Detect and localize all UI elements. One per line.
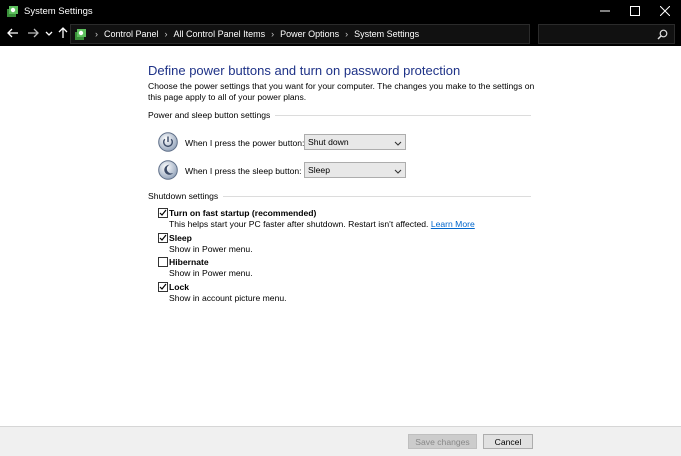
breadcrumb-separator-icon: › [164, 29, 168, 39]
up-button[interactable] [56, 26, 70, 42]
sleep-option-title: Sleep [169, 233, 192, 243]
lock-option-desc: Show in account picture menu. [169, 293, 287, 303]
power-button-action-select[interactable]: Shut down [304, 134, 406, 150]
select-value: Sleep [308, 165, 330, 175]
back-arrow-icon [7, 28, 19, 40]
sleep-button-action-select[interactable]: Sleep [304, 162, 406, 178]
breadcrumb-system-settings[interactable]: System Settings [354, 29, 419, 39]
title-bar: System Settings [0, 0, 681, 22]
control-panel-icon [74, 27, 88, 41]
window-title: System Settings [24, 6, 93, 17]
up-arrow-icon [58, 27, 68, 41]
address-bar[interactable]: › Control Panel › All Control Panel Item… [70, 24, 594, 44]
minimize-icon [600, 6, 610, 16]
checkmark-icon [159, 209, 167, 216]
sleep-button-label: When I press the sleep button: [185, 166, 302, 176]
sleep-moon-icon [158, 160, 178, 180]
fast-startup-desc: This helps start your PC faster after sh… [169, 219, 475, 229]
search-input[interactable] [538, 24, 675, 44]
sleep-checkbox[interactable] [158, 233, 168, 243]
breadcrumb-power-options[interactable]: Power Options [280, 29, 339, 39]
page-description: Choose the power settings that you want … [148, 81, 535, 102]
breadcrumb-separator-icon: › [95, 29, 98, 39]
breadcrumb-control-panel[interactable]: Control Panel [104, 29, 159, 39]
hibernate-checkbox[interactable] [158, 257, 168, 267]
search-icon [657, 29, 668, 40]
lock-option-title: Lock [169, 282, 190, 292]
back-button[interactable] [6, 26, 20, 42]
chevron-down-icon [394, 167, 402, 174]
breadcrumb-separator-icon: › [345, 29, 349, 39]
recent-locations-button[interactable] [42, 26, 56, 42]
fast-startup-desc-text: This helps start your PC faster after sh… [169, 219, 429, 229]
footer-bar: Save changes Cancel [0, 427, 681, 456]
breadcrumb-separator-icon: › [271, 29, 275, 39]
power-button-icon [158, 132, 178, 152]
fast-startup-title: Turn on fast startup (recommended) [169, 208, 317, 218]
breadcrumb: › Control Panel › All Control Panel Item… [91, 29, 419, 39]
power-section-label: Power and sleep button settings [148, 110, 276, 120]
close-button[interactable] [650, 0, 680, 22]
select-value: Shut down [308, 137, 349, 147]
power-button-label: When I press the power button: [185, 138, 305, 148]
navigation-bar: › Control Panel › All Control Panel Item… [0, 22, 681, 46]
save-changes-button[interactable]: Save changes [408, 434, 477, 449]
maximize-icon [630, 6, 640, 16]
fast-startup-checkbox[interactable] [158, 208, 168, 218]
lock-checkbox[interactable] [158, 282, 168, 292]
page-title: Define power buttons and turn on passwor… [148, 63, 461, 78]
hibernate-option-desc: Show in Power menu. [169, 268, 253, 278]
forward-button[interactable] [26, 26, 40, 42]
chevron-down-icon [394, 139, 402, 146]
minimize-button[interactable] [590, 0, 620, 22]
chevron-down-icon [45, 29, 53, 39]
hibernate-option-title: Hibernate [169, 257, 209, 267]
forward-arrow-icon [27, 28, 39, 40]
close-icon [660, 6, 670, 16]
checkmark-icon [159, 234, 167, 241]
breadcrumb-all-items[interactable]: All Control Panel Items [174, 29, 266, 39]
cancel-button[interactable]: Cancel [483, 434, 533, 449]
sleep-option-desc: Show in Power menu. [169, 244, 253, 254]
maximize-button[interactable] [620, 0, 650, 22]
learn-more-link[interactable]: Learn More [431, 219, 475, 229]
shutdown-section-label: Shutdown settings [148, 191, 224, 201]
control-panel-icon [6, 4, 20, 18]
checkmark-icon [159, 283, 167, 290]
